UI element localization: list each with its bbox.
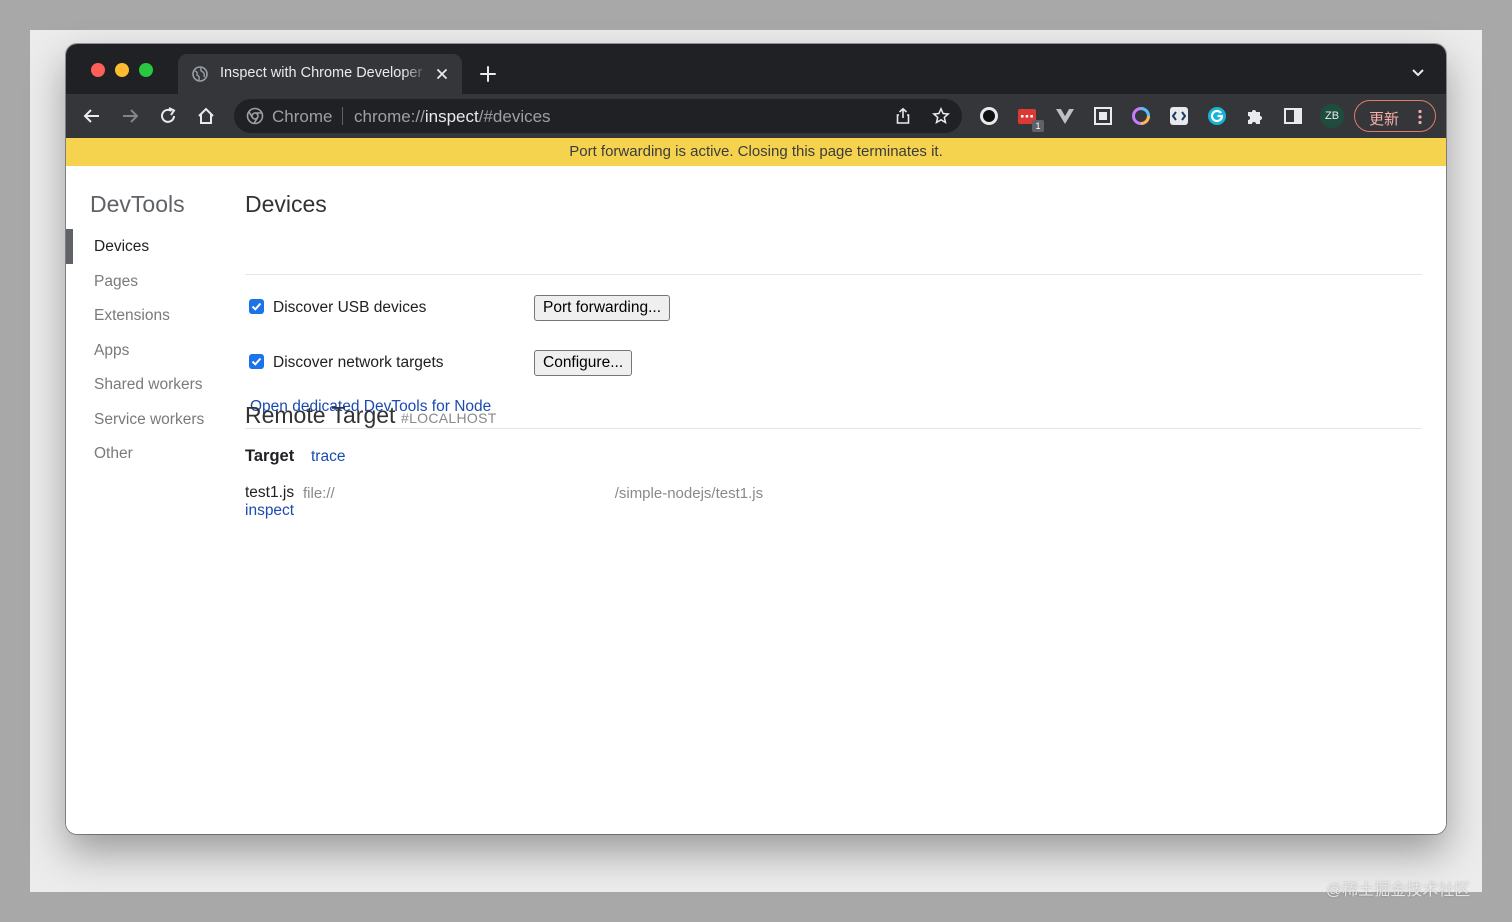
forward-button[interactable] [118, 104, 142, 128]
update-label: 更新 [1369, 111, 1400, 128]
target-label: Target [245, 447, 295, 465]
url-scheme: chrome:// [354, 107, 425, 126]
discover-network-label: Discover network targets [273, 354, 444, 371]
extension-grammarly-icon[interactable] [1206, 105, 1228, 127]
arrow-left-icon [83, 109, 99, 123]
discover-network-checkbox[interactable] [249, 354, 264, 369]
share-icon[interactable] [894, 107, 912, 125]
more-vertical-icon [1418, 109, 1422, 125]
plus-icon[interactable] [478, 64, 498, 84]
target-url-start: file:// [303, 485, 335, 502]
port-forwarding-button[interactable]: Port forwarding... [534, 295, 671, 321]
devices-heading: Devices [245, 191, 327, 217]
extension-record-icon[interactable] [978, 105, 1000, 127]
home-button[interactable] [194, 104, 218, 128]
devices-divider [245, 274, 1422, 275]
browser-window: Inspect with Chrome Developer Tools [66, 44, 1446, 834]
remote-divider [245, 428, 1422, 429]
zoom-window-button[interactable] [139, 63, 153, 77]
extension-code-icon[interactable] [1168, 105, 1190, 127]
port-forwarding-infobar: Port forwarding is active. Closing this … [66, 138, 1446, 166]
active-tab[interactable]: Inspect with Chrome Developer Tools [178, 54, 462, 94]
arrow-right-icon [123, 109, 139, 123]
inspect-page: DevTools Devices Pages Extensions Apps S… [66, 166, 1446, 834]
sidebar-item-service-workers[interactable]: Service workers [94, 411, 204, 429]
chevron-down-icon[interactable] [1410, 67, 1426, 79]
watermark: @稀土掘金技术社区 [1326, 882, 1471, 899]
tab-strip: Inspect with Chrome Developer Tools [66, 44, 1446, 94]
url-path: /#devices [478, 107, 551, 126]
target-url-end: /simple-nodejs/test1.js [614, 485, 764, 502]
sidebar-item-devices[interactable]: Devices [94, 238, 149, 256]
address-bar[interactable]: Chrome chrome://inspect/#devices [234, 99, 962, 133]
trace-link[interactable]: trace [311, 448, 345, 466]
sidebar-item-apps[interactable]: Apps [94, 342, 129, 360]
discover-usb-label: Discover USB devices [273, 299, 427, 316]
url-text: chrome://inspect/#devices [354, 107, 551, 127]
sidebar-item-extensions[interactable]: Extensions [94, 307, 170, 325]
side-panel-icon[interactable] [1282, 105, 1304, 127]
site-label: Chrome [272, 107, 333, 126]
sidebar-item-shared-workers[interactable]: Shared workers [94, 376, 203, 394]
configure-button[interactable]: Configure... [534, 350, 633, 376]
close-window-button[interactable] [91, 63, 105, 77]
sidebar-active-indicator [66, 229, 73, 264]
update-button[interactable]: 更新 [1354, 100, 1436, 132]
target-name: test1.js [245, 484, 295, 501]
target-url: file:// /simple-nodejs/test1.js [303, 485, 763, 502]
back-button[interactable] [80, 104, 104, 128]
close-icon[interactable] [434, 66, 450, 82]
discover-usb-checkbox[interactable] [249, 299, 264, 314]
reload-icon [161, 107, 176, 123]
browser-toolbar: Chrome chrome://inspect/#devices 1 ZB 更新 [66, 94, 1446, 138]
extension-badge: 1 [1032, 120, 1044, 132]
address-divider [342, 107, 343, 125]
puzzle-icon[interactable] [1244, 105, 1266, 127]
extension-window-icon[interactable] [1092, 105, 1114, 127]
sidebar-title: DevTools [90, 191, 185, 217]
checkmark-icon [251, 357, 262, 366]
sidebar-item-other[interactable]: Other [94, 445, 133, 463]
tab-title: Inspect with Chrome Developer Tools [220, 65, 428, 81]
inspect-link[interactable]: inspect [245, 502, 294, 520]
home-icon [198, 107, 214, 124]
remote-target-subtitle: #LOCALHOST [401, 410, 497, 426]
minimize-window-button[interactable] [115, 63, 129, 77]
chrome-icon [246, 107, 264, 125]
star-icon[interactable] [932, 107, 950, 125]
globe-icon [192, 66, 208, 82]
profile-avatar[interactable]: ZB [1320, 104, 1344, 128]
extension-ring-icon[interactable] [1130, 105, 1152, 127]
remote-target-heading: Remote Target [245, 402, 396, 428]
extension-vue-icon[interactable] [1054, 105, 1076, 127]
checkmark-icon [251, 302, 262, 311]
url-host: inspect [424, 107, 479, 126]
sidebar-item-pages[interactable]: Pages [94, 273, 138, 291]
reload-button[interactable] [156, 104, 180, 128]
